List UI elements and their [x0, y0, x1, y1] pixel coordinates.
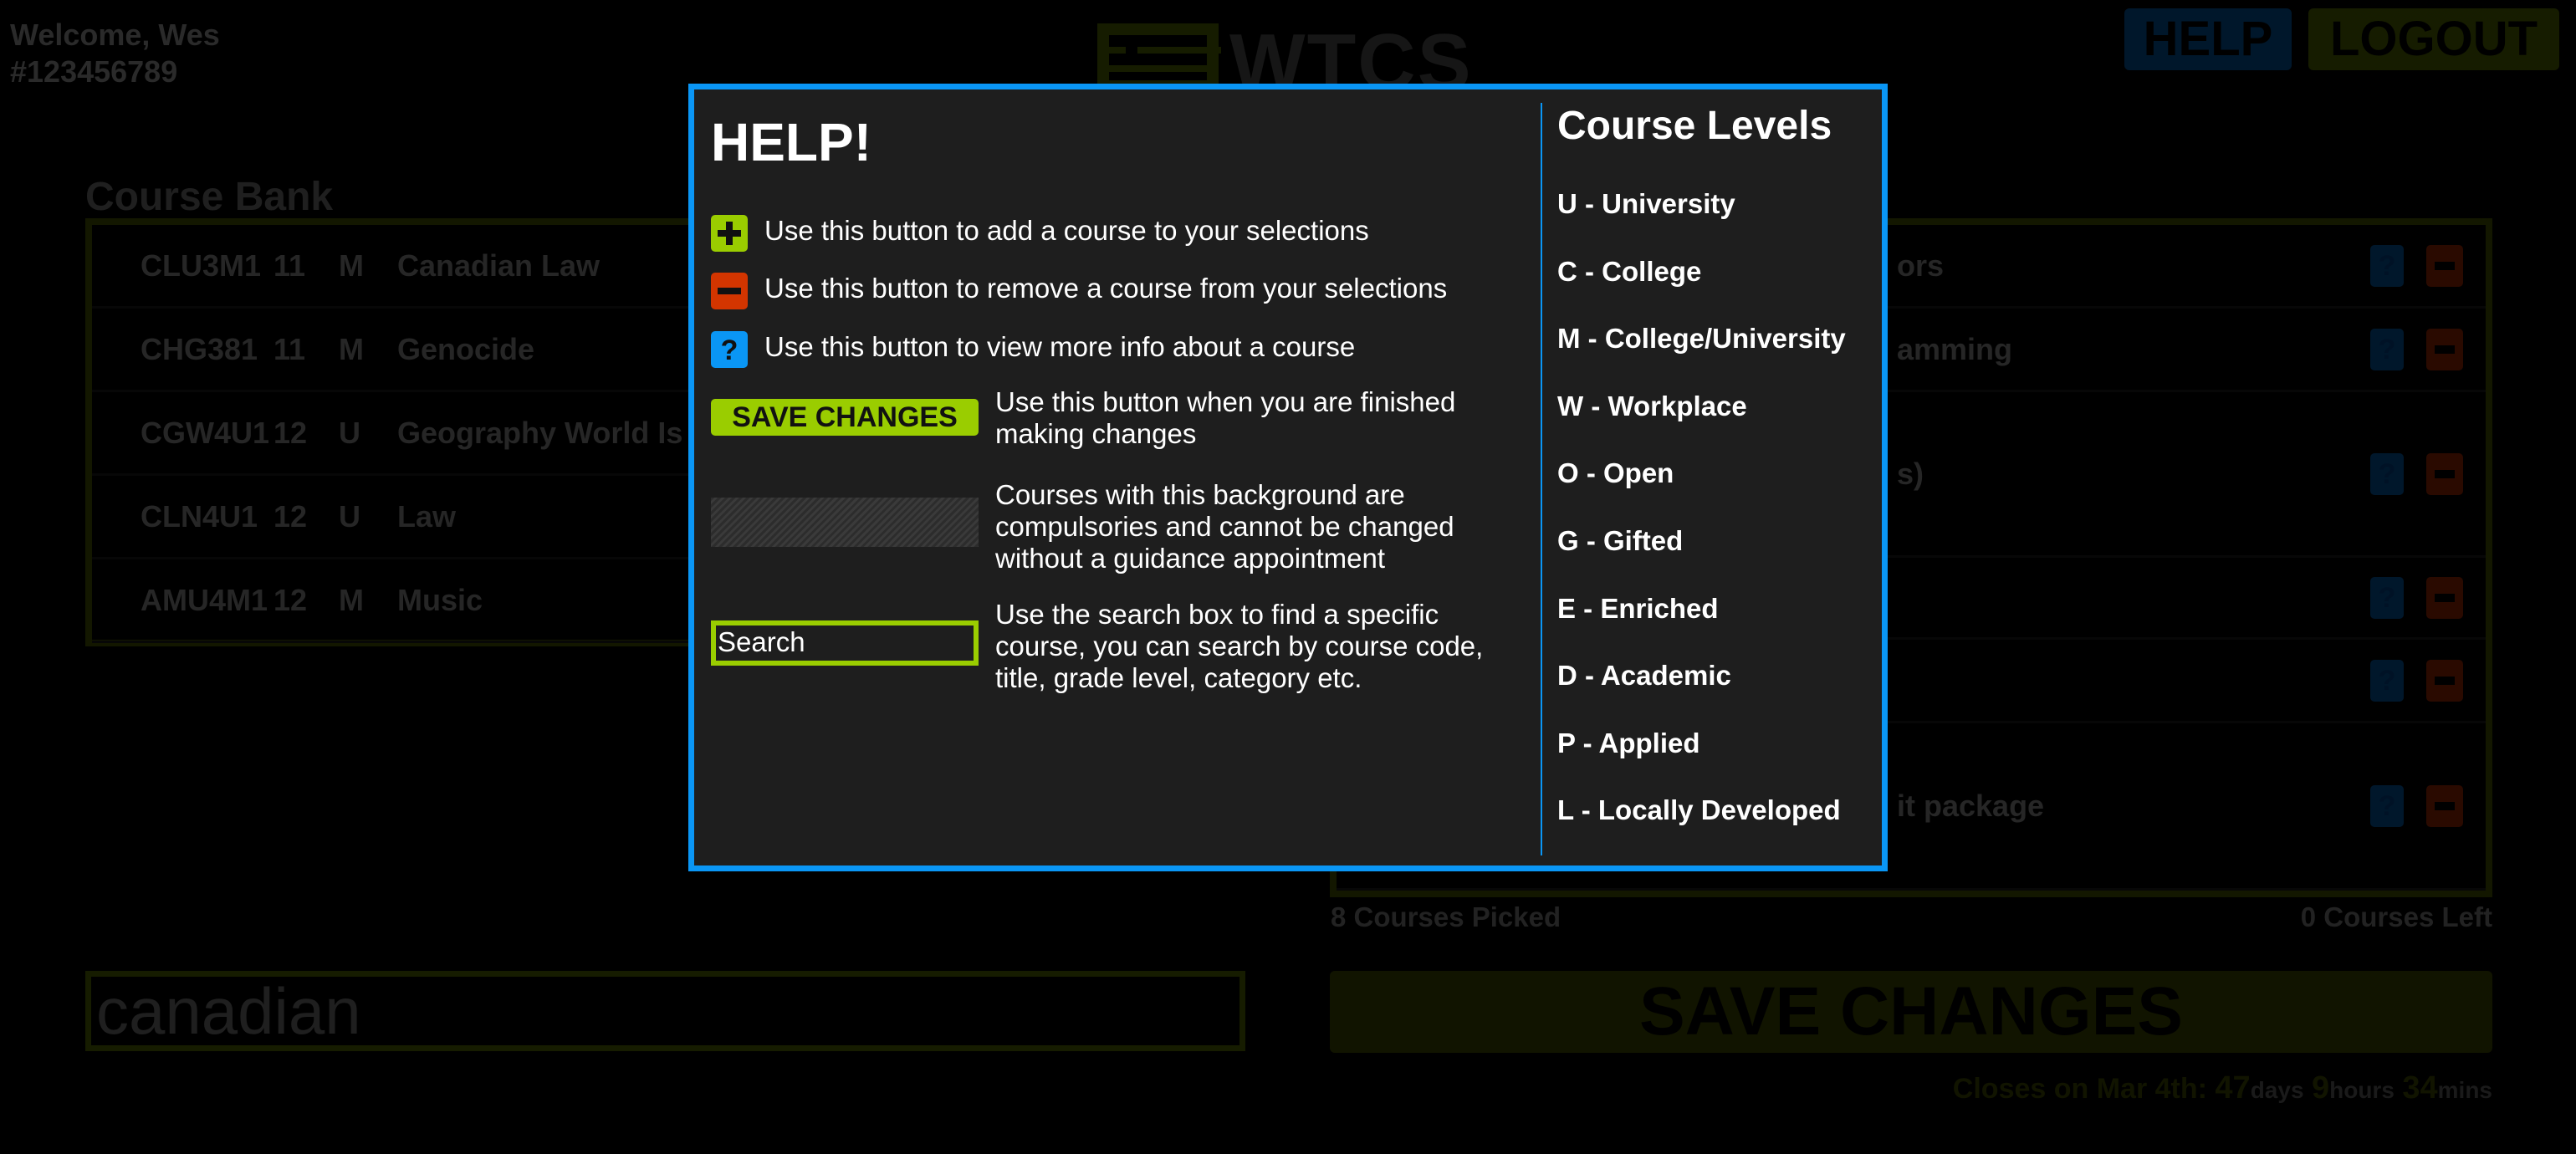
search-description: Use the search box to find a specific co…: [995, 599, 1484, 693]
help-modal: HELP! Use this button to add a course to…: [688, 84, 1888, 871]
info-button[interactable]: ?: [2370, 659, 2404, 702]
course-level-item: G - Gifted: [1557, 525, 1684, 556]
logo-mark-icon: [1097, 23, 1221, 92]
selected-course-title: ors: [1897, 248, 1945, 283]
remove-button[interactable]: [2426, 576, 2463, 619]
help-button[interactable]: HELP: [2124, 8, 2292, 70]
course-level-item: D - Academic: [1557, 660, 1731, 692]
info-button[interactable]: ?: [2370, 328, 2404, 370]
modal-divider: [1541, 103, 1542, 855]
help-item-text: Use this button to view more info about …: [764, 331, 1356, 362]
save-changes-demo: SAVE CHANGES: [711, 399, 979, 436]
course-level-item: O - Open: [1557, 457, 1674, 489]
search-input[interactable]: [85, 971, 1245, 1051]
welcome-text: Welcome, Wes: [10, 18, 220, 52]
hours-unit: hours: [2329, 1077, 2395, 1103]
course-level-item: W - Workplace: [1557, 390, 1747, 421]
welcome-block: Welcome, Wes #123456789: [10, 17, 220, 90]
course-level: U: [339, 498, 360, 534]
info-button[interactable]: ?: [2370, 784, 2404, 827]
minus-icon: [711, 273, 748, 309]
course-code: CLN4U1: [141, 498, 258, 534]
course-grade: 12: [273, 415, 308, 450]
course-level-item: C - College: [1557, 255, 1702, 287]
help-item-text: Use this button to add a course to your …: [764, 215, 1369, 246]
course-title: Genocide: [397, 331, 535, 366]
search-demo: Search: [711, 620, 979, 666]
course-title: Music: [397, 582, 483, 617]
course-code: CGW4U1: [141, 415, 270, 450]
course-grade: 12: [273, 582, 308, 617]
info-button[interactable]: ?: [2370, 244, 2404, 287]
courses-left-count: 0 Courses Left: [2300, 901, 2492, 932]
deadline-countdown: Closes on Mar 4th: 47days 9hours 34mins: [1953, 1070, 2492, 1106]
help-item-text: Use this button to remove a course from …: [764, 273, 1448, 304]
minus-icon: [2435, 593, 2455, 602]
compulsory-description: Courses with this background are compuls…: [995, 479, 1454, 574]
minus-icon: [2435, 801, 2455, 810]
logout-button[interactable]: LOGOUT: [2308, 8, 2559, 70]
selected-course-title: s): [1897, 456, 1924, 491]
course-code: AMU4M1: [141, 582, 268, 617]
days-value: 47: [2215, 1070, 2251, 1105]
course-level-item: E - Enriched: [1557, 592, 1719, 624]
compulsory-background-sample: [711, 498, 979, 547]
student-number: #123456789: [10, 54, 178, 89]
remove-button[interactable]: [2426, 452, 2463, 495]
remove-button[interactable]: [2426, 244, 2463, 287]
course-code: CLU3M1: [141, 248, 262, 283]
course-level-item: L - Locally Developed: [1557, 794, 1841, 826]
remove-button[interactable]: [2426, 328, 2463, 370]
plus-icon: [711, 215, 748, 252]
course-level-item: U - University: [1557, 188, 1735, 219]
save-changes-description: Use this button when you are finished ma…: [995, 386, 1456, 449]
course-level-item: M - College/University: [1557, 323, 1846, 355]
days-unit: days: [2250, 1077, 2304, 1103]
minus-icon: [2435, 469, 2455, 478]
course-grade: 11: [273, 248, 306, 283]
info-button[interactable]: ?: [2370, 576, 2404, 619]
course-level: U: [339, 415, 360, 450]
course-level: M: [339, 331, 364, 366]
course-grade: 12: [273, 498, 308, 534]
save-changes-button[interactable]: SAVE CHANGES: [1330, 971, 2492, 1053]
remove-button[interactable]: [2426, 784, 2463, 827]
selected-course-title: amming: [1897, 331, 2013, 366]
help-modal-title: HELP!: [711, 112, 871, 172]
minus-icon: [2435, 345, 2455, 354]
minus-icon: [2435, 261, 2455, 270]
course-code: CHG381: [141, 331, 258, 366]
course-title: Law: [397, 498, 457, 534]
logo: WTCS: [1097, 18, 1490, 107]
remove-button[interactable]: [2426, 659, 2463, 702]
course-level: M: [339, 582, 364, 617]
hours-value: 9: [2311, 1070, 2330, 1105]
course-grade: 11: [273, 331, 306, 366]
info-button[interactable]: ?: [2370, 452, 2404, 495]
course-level-item: P - Applied: [1557, 727, 1700, 758]
deadline-prefix: Closes on Mar 4th:: [1952, 1073, 2207, 1105]
course-level: M: [339, 248, 364, 283]
course-levels-title: Course Levels: [1557, 104, 1832, 148]
course-title: Geography World Is: [397, 415, 683, 450]
minus-icon: [2435, 676, 2455, 685]
course-title: Canadian Law: [397, 248, 601, 283]
question-icon: ?: [711, 331, 748, 368]
selected-course-title: it package: [1897, 788, 2045, 823]
mins-value: 34: [2402, 1070, 2438, 1105]
courses-picked-count: 8 Courses Picked: [1331, 901, 1561, 932]
course-bank-title: Course Bank: [85, 175, 334, 219]
mins-unit: mins: [2437, 1077, 2492, 1103]
